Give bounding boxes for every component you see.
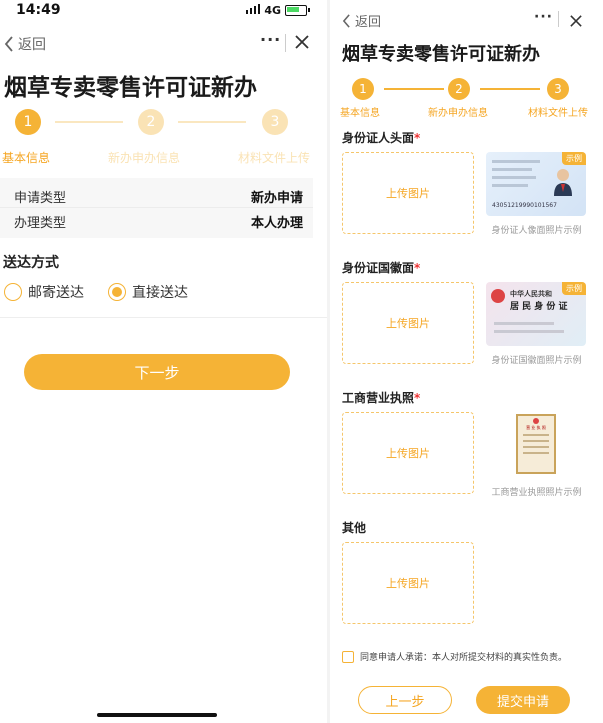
back-label: 返回 [18,37,46,53]
step-3-circle: 3 [547,78,569,100]
radio-label: 邮寄送达 [28,285,84,301]
info-row-handle-type: 办理类型 本人办理 [14,212,303,231]
step-1-label: 基本信息 [340,108,380,119]
status-indicators: 4G [246,4,310,17]
delivery-radio-group: 邮寄送达 直接送达 [4,282,212,302]
right-screen: 返回 ··· 烟草专卖零售许可证新办 1 2 3 基本信息 新办申办信息 材料文… [330,0,603,723]
sample-caption: 工商营业执照照片示例 [491,488,582,498]
step-2-circle: 2 [138,109,164,135]
back-button[interactable]: 返回 [342,11,381,30]
network-label: 4G [264,4,281,17]
page-title: 烟草专卖零售许可证新办 [4,75,257,101]
status-bar: 14:49 4G [0,0,327,22]
step-1-circle: 1 [15,109,41,135]
info-key: 申请类型 [14,191,67,206]
sample-caption: 身份证国徽面照片示例 [491,356,582,366]
step-connector-1 [55,121,123,123]
agreement-row: 同意申请人承诺：本人对所提交材料的真实性负责。 [342,650,567,663]
step-connector-1 [384,88,444,90]
portrait-icon [552,166,574,196]
application-info-card: 申请类型 新办申请 办理类型 本人办理 [0,178,313,238]
page-title: 烟草专卖零售许可证新办 [342,44,540,65]
chevron-left-icon [342,13,350,28]
agreement-checkbox[interactable] [342,650,354,663]
radio-label: 直接送达 [132,285,188,301]
close-icon[interactable] [570,12,582,31]
required-mark: * [414,131,421,145]
required-mark: * [414,261,421,275]
radio-circle-checked[interactable] [108,283,126,301]
more-icon[interactable]: ··· [260,30,281,49]
upload-label-id-back: 身份证国徽面* [342,261,421,275]
step-connector-2 [178,121,246,123]
sample-license-title: 营 业 执 照 [526,425,546,430]
step-3-circle: 3 [262,109,288,135]
step-3-label: 材料文件上传 [528,108,588,119]
required-mark: * [414,391,421,405]
nav-bar: 返回 ··· [0,30,327,60]
upload-label-other: 其他 [342,521,367,535]
upload-id-front[interactable]: 上传图片 [342,152,474,234]
agreement-text: 同意申请人承诺：本人对所提交材料的真实性负责。 [360,653,568,663]
step-1-circle: 1 [352,78,374,100]
upload-label-business-license: 工商营业执照* [342,391,421,405]
chevron-left-icon [4,36,13,52]
signal-icon [246,4,261,17]
radio-direct-delivery[interactable]: 直接送达 [108,282,188,302]
upload-business-license[interactable]: 上传图片 [342,412,474,494]
sample-caption: 身份证人像面照片示例 [491,226,582,236]
delivery-title: 送达方式 [3,255,59,271]
next-step-button[interactable]: 下一步 [24,354,290,390]
step-connector-2 [480,88,540,90]
submit-button[interactable]: 提交申请 [476,686,570,714]
nav-divider [285,34,286,52]
upload-other[interactable]: 上传图片 [342,542,474,624]
sample-id-number: 43051219990101567 [492,202,557,209]
battery-icon [285,5,310,16]
sample-emblem-line2: 居 民 身 份 证 [510,302,568,312]
more-icon[interactable]: ··· [534,9,553,25]
step-2-label: 新办申办信息 [108,151,181,165]
home-indicator [97,713,217,717]
close-icon[interactable] [295,34,309,53]
national-emblem-icon [491,289,505,303]
back-label: 返回 [355,15,382,30]
info-value: 本人办理 [250,216,303,231]
info-divider [0,207,313,208]
sample-license-image: 营 业 执 照 [516,414,556,474]
nav-bar: 返回 ··· [330,9,603,39]
status-time: 14:49 [16,2,61,18]
info-value: 新办申请 [250,191,303,206]
step-3-label: 材料文件上传 [238,151,311,165]
left-screen: 14:49 4G 返回 ··· 烟草专卖零售许可证新办 1 2 3 基本信息 新… [0,0,327,723]
info-row-apply-type: 申请类型 新办申请 [14,187,303,206]
sample-emblem-line1: 中华人民共和 [510,290,552,298]
step-2-circle: 2 [448,78,470,100]
step-2-label: 新办申办信息 [428,108,488,119]
info-key: 办理类型 [14,216,67,231]
upload-id-back[interactable]: 上传图片 [342,282,474,364]
upload-label-id-front: 身份证人头面* [342,131,421,145]
radio-mail-delivery[interactable]: 邮寄送达 [4,282,84,302]
section-divider [0,317,327,318]
step-1-label: 基本信息 [2,151,51,165]
nav-divider [558,11,559,27]
sample-id-back-image: 中华人民共和 居 民 身 份 证 示例 [486,282,586,346]
sample-id-front-image: 43051219990101567 示例 [486,152,586,216]
radio-circle[interactable] [4,283,22,301]
back-button[interactable]: 返回 [4,34,46,54]
prev-step-button[interactable]: 上一步 [358,686,452,714]
sample-badge: 示例 [562,152,586,165]
sample-badge: 示例 [562,282,586,295]
